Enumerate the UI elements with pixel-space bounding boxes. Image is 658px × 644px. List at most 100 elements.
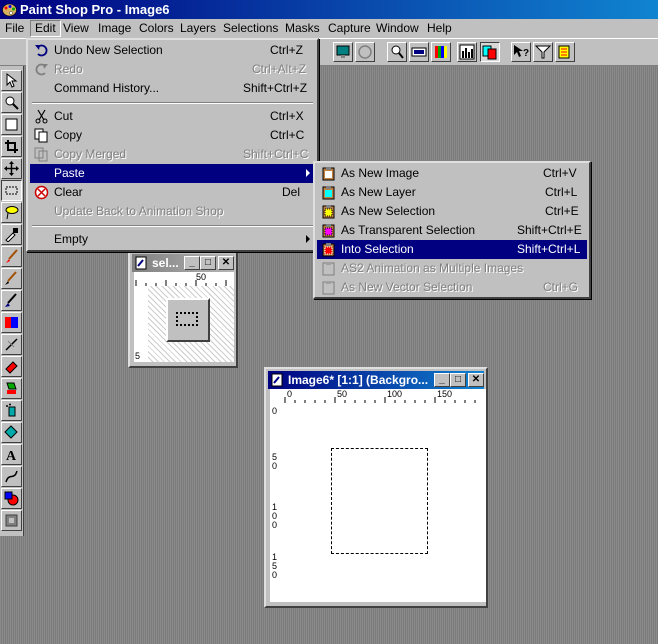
toolbar-script-button[interactable] (555, 42, 575, 62)
tool-object-selector[interactable] (1, 510, 22, 531)
toolbar-layers-button[interactable] (480, 42, 500, 62)
maximize-button[interactable]: □ (200, 256, 216, 270)
minimize-button[interactable]: _ (434, 373, 450, 387)
minimize-button[interactable]: _ (184, 256, 200, 270)
tool-draw[interactable] (1, 466, 22, 487)
tool-dropper[interactable] (1, 224, 22, 245)
menu-item-command-history[interactable]: Command History... Shift+Ctrl+Z (30, 79, 315, 98)
menu-selections[interactable]: Selections (219, 21, 282, 36)
close-button[interactable]: ✕ (218, 256, 234, 270)
ruler-label: 5 (135, 351, 141, 361)
toolbar-context-help-button[interactable]: ? (511, 42, 531, 62)
toolbar-color-palette-button[interactable] (431, 42, 451, 62)
clipboard-icon (322, 205, 335, 219)
menu-item-label: Undo New Selection (54, 43, 163, 57)
tool-flood-fill[interactable] (1, 422, 22, 443)
paste-submenu: As New Image Ctrl+V As New Layer Ctrl+L … (313, 161, 591, 299)
menu-item-label: Cut (54, 109, 73, 123)
tool-airbrush[interactable] (1, 400, 22, 421)
histogram-icon (459, 44, 475, 60)
crop-icon (5, 140, 18, 153)
menu-item-label: Copy Merged (54, 147, 127, 161)
menu-capture[interactable]: Capture (324, 21, 375, 36)
tool-crop[interactable] (1, 136, 22, 157)
menu-masks[interactable]: Masks (281, 21, 324, 36)
move-icon (4, 161, 19, 176)
clipboard-icon (322, 167, 335, 181)
image-canvas[interactable] (284, 403, 486, 602)
menu-image[interactable]: Image (94, 21, 135, 36)
toolbar-zoom-button[interactable] (387, 42, 407, 62)
clipboard-icon (322, 224, 335, 238)
toolbar-histogram-button[interactable] (457, 42, 477, 62)
left-ruler: 5 (134, 286, 148, 362)
tool-clone[interactable] (1, 268, 22, 289)
tool-retouch[interactable] (1, 312, 22, 333)
circle-icon (358, 45, 372, 59)
tool-arrow[interactable] (1, 70, 22, 91)
tool-text[interactable]: A (1, 444, 22, 465)
menu-colors[interactable]: Colors (135, 21, 178, 36)
menu-item-undo[interactable]: Undo New Selection Ctrl+Z (30, 41, 315, 60)
ruler-label: 1 0 0 (272, 502, 278, 530)
selection-canvas[interactable] (148, 286, 234, 362)
tool-picture-tube[interactable] (1, 378, 22, 399)
tool-preset-shapes[interactable] (1, 488, 22, 509)
tool-mover[interactable] (1, 158, 22, 179)
toolbar-filter-button[interactable] (533, 42, 553, 62)
menu-edit[interactable]: Edit (30, 20, 61, 37)
menu-item-redo[interactable]: Redo Ctrl+Alt+Z (30, 60, 315, 79)
selection-window-title: sel... (152, 256, 179, 270)
clipboard-icon (322, 186, 335, 200)
menu-item-as-transparent-selection[interactable]: As Transparent Selection Shift+Ctrl+E (317, 221, 587, 240)
tool-paintbrush[interactable] (1, 246, 22, 267)
menu-item-label: Update Back to Animation Shop (54, 204, 224, 218)
tool-zoom[interactable] (1, 92, 22, 113)
menu-item-empty[interactable]: Empty (30, 230, 315, 249)
menu-view[interactable]: View (59, 21, 93, 36)
toolbar-overview-button[interactable] (409, 42, 429, 62)
menu-item-copy-merged[interactable]: Copy Merged Shift+Ctrl+C (30, 145, 315, 164)
tool-selection[interactable] (1, 180, 22, 201)
menu-item-as-new-layer[interactable]: As New Layer Ctrl+L (317, 183, 587, 202)
tool-deform[interactable] (1, 114, 22, 135)
menu-separator (32, 102, 313, 104)
menu-item-shortcut: Shift+Ctrl+Z (243, 81, 308, 95)
menu-item-into-selection[interactable]: Into Selection Shift+Ctrl+L (317, 240, 587, 259)
tool-color-replacer[interactable] (1, 290, 22, 311)
tool-freehand[interactable] (1, 202, 22, 223)
menu-item-as2-animation[interactable]: AS2 Animation as Multiple Images (317, 259, 587, 278)
menu-item-paste[interactable]: Paste (30, 164, 315, 183)
menu-item-clear[interactable]: Clear Del (30, 183, 315, 202)
document-icon (135, 256, 147, 270)
close-button[interactable]: ✕ (468, 373, 484, 387)
menu-item-update-back[interactable]: Update Back to Animation Shop (30, 202, 315, 221)
menu-window[interactable]: Window (372, 21, 423, 36)
tool-eraser[interactable] (1, 356, 22, 377)
menu-item-shortcut: Ctrl+E (545, 204, 579, 218)
menu-help[interactable]: Help (423, 21, 456, 36)
menu-file[interactable]: File (1, 21, 28, 36)
scissors-icon (35, 109, 48, 124)
image-window-titlebar[interactable]: Image6* [1:1] (Backgro... _ □ ✕ (268, 371, 484, 389)
lasso-icon (5, 206, 19, 220)
selection-window[interactable]: sel... _ □ ✕ 50 5 (128, 250, 238, 368)
image-window[interactable]: Image6* [1:1] (Backgro... _ □ ✕ 0 50 100… (264, 367, 488, 608)
menu-item-label: As New Layer (341, 185, 416, 199)
tool-scratch-remover[interactable] (1, 334, 22, 355)
menu-item-as-new-image[interactable]: As New Image Ctrl+V (317, 164, 587, 183)
left-ruler: 0 5 0 1 0 0 1 5 0 (270, 403, 284, 602)
edit-menu: Undo New Selection Ctrl+Z Redo Ctrl+Alt+… (26, 38, 319, 252)
menu-item-shortcut: Ctrl+Alt+Z (252, 62, 307, 76)
menu-item-copy[interactable]: Copy Ctrl+C (30, 126, 315, 145)
menu-item-label: As Transparent Selection (341, 223, 476, 237)
menu-item-as-new-selection[interactable]: As New Selection Ctrl+E (317, 202, 587, 221)
fill-bucket-icon (4, 425, 18, 439)
toolbar-monitor-button[interactable] (333, 42, 353, 62)
maximize-button[interactable]: □ (450, 373, 466, 387)
menu-layers[interactable]: Layers (176, 21, 220, 36)
toolbar-disabled-button[interactable] (355, 42, 375, 62)
selection-window-titlebar[interactable]: sel... _ □ ✕ (132, 254, 234, 272)
menu-item-cut[interactable]: Cut Ctrl+X (30, 107, 315, 126)
menu-item-as-new-vector-selection[interactable]: As New Vector Selection Ctrl+G (317, 278, 587, 297)
